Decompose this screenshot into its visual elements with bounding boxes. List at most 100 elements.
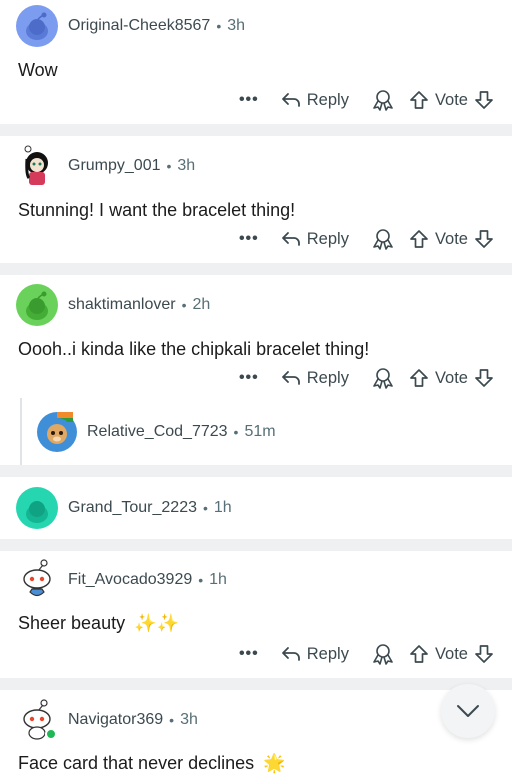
award-icon — [373, 644, 393, 665]
snoo-avatar-icon — [26, 501, 48, 523]
award-icon — [373, 90, 393, 111]
timestamp: 2h — [192, 296, 211, 313]
username[interactable]: Grand_Tour_2223 — [68, 499, 197, 517]
timestamp: 3h — [180, 711, 198, 728]
timestamp: 1h — [213, 499, 232, 516]
comment-text: Oooh..i kinda like the chipkali bracelet… — [18, 339, 370, 359]
sparkles-emoji: ✨✨ — [134, 613, 179, 633]
meta-separator: • — [202, 500, 208, 516]
comment-actions: ••• Reply Vote — [239, 640, 494, 668]
snoo-avatar-icon — [23, 559, 51, 597]
vote-label: Vote — [434, 644, 468, 663]
star-emoji: 🌟 — [263, 753, 286, 773]
snoo-avatar-icon — [26, 12, 48, 40]
reply-label: Reply — [306, 644, 349, 663]
vote-control: Vote — [409, 368, 494, 388]
snoo-avatar-icon — [26, 291, 48, 320]
reply-arrow-icon — [281, 232, 300, 246]
avatar[interactable] — [16, 559, 58, 601]
downvote-icon[interactable] — [474, 90, 494, 110]
comment-actions: ••• Reply Vote — [239, 364, 494, 392]
comment-4: Grand_Tour_2223 • 1h — [0, 477, 512, 539]
comment-separator — [0, 263, 512, 275]
comment-separator — [0, 678, 512, 690]
upvote-icon[interactable] — [409, 368, 429, 388]
reply-arrow-icon — [281, 647, 300, 661]
comment-header: Grumpy_001 • 3h — [16, 144, 195, 188]
reply-label: Reply — [306, 229, 349, 248]
username[interactable]: Fit_Avocado3929 — [68, 571, 192, 589]
more-options-button[interactable]: ••• — [239, 369, 259, 387]
username[interactable]: Original-Cheek8567 — [68, 17, 210, 35]
comment-header: Fit_Avocado3929 • 1h — [16, 558, 227, 602]
award-button[interactable] — [371, 643, 395, 665]
more-options-button[interactable]: ••• — [239, 230, 259, 248]
reply-label: Reply — [306, 90, 349, 109]
timestamp: 3h — [177, 157, 196, 174]
reply-arrow-icon — [281, 371, 300, 385]
timestamp: 3h — [227, 17, 246, 34]
comment-separator — [0, 124, 512, 136]
meta-separator: • — [181, 297, 187, 313]
upvote-icon[interactable] — [409, 644, 429, 664]
comment-separator — [0, 465, 512, 477]
comment-text: Wow — [18, 60, 58, 80]
custom-avatar-icon — [24, 145, 48, 185]
vote-label: Vote — [434, 368, 468, 387]
comment-separator — [0, 539, 512, 551]
comment-text: Face card that never declines 🌟 — [18, 753, 286, 774]
vote-control: Vote — [409, 90, 494, 110]
reply-button[interactable]: Reply — [281, 645, 349, 664]
reply-button[interactable]: Reply — [281, 369, 349, 388]
downvote-icon[interactable] — [474, 368, 494, 388]
award-button[interactable] — [371, 89, 395, 111]
comment-actions: ••• Reply Vote — [239, 225, 494, 253]
username[interactable]: Relative_Cod_7723 — [87, 423, 228, 441]
comment-5: Fit_Avocado3929 • 1h Sheer beauty ✨✨ •••… — [0, 551, 512, 678]
meta-separator: • — [169, 712, 175, 728]
chevron-down-icon — [457, 705, 479, 717]
reply-arrow-icon — [281, 93, 300, 107]
vote-control: Vote — [409, 229, 494, 249]
more-options-button[interactable]: ••• — [239, 645, 259, 663]
upvote-icon[interactable] — [409, 229, 429, 249]
reply-button[interactable]: Reply — [281, 230, 349, 249]
reply-label: Reply — [306, 368, 349, 387]
comment-actions: ••• Reply Vote — [239, 86, 494, 114]
vote-label: Vote — [434, 229, 468, 248]
comment-header: shaktimanlover • 2h — [16, 283, 210, 327]
vote-label: Vote — [434, 90, 468, 109]
avatar[interactable] — [16, 284, 58, 326]
downvote-icon[interactable] — [474, 229, 494, 249]
award-icon — [373, 229, 393, 250]
award-button[interactable] — [371, 228, 395, 250]
meta-separator: • — [233, 424, 239, 440]
online-status-indicator — [45, 728, 57, 740]
thread-line[interactable] — [20, 398, 22, 465]
comment-text-content: Sheer beauty — [18, 613, 126, 633]
meta-separator: • — [198, 572, 204, 588]
comment-header: Original-Cheek8567 • 3h — [16, 4, 245, 48]
meta-separator: • — [166, 158, 172, 174]
username[interactable]: Grumpy_001 — [68, 157, 161, 175]
custom-avatar-icon — [41, 412, 73, 450]
reply-button[interactable]: Reply — [281, 91, 349, 110]
comment-1: Original-Cheek8567 • 3h Wow ••• Reply Vo… — [0, 0, 512, 124]
comment-text: Sheer beauty ✨✨ — [18, 613, 179, 634]
avatar[interactable] — [16, 5, 58, 47]
comment-text: Stunning! I want the bracelet thing! — [18, 200, 296, 220]
award-icon — [373, 368, 393, 389]
reply-header: Relative_Cod_7723 • 51m — [37, 410, 276, 454]
award-button[interactable] — [371, 367, 395, 389]
downvote-icon[interactable] — [474, 644, 494, 664]
avatar[interactable] — [16, 487, 58, 529]
avatar[interactable] — [37, 412, 77, 452]
timestamp: 1h — [209, 571, 227, 588]
upvote-icon[interactable] — [409, 90, 429, 110]
avatar[interactable] — [16, 145, 58, 187]
more-options-button[interactable]: ••• — [239, 91, 259, 109]
username[interactable]: shaktimanlover — [68, 296, 176, 314]
collapse-button[interactable] — [441, 684, 495, 738]
username[interactable]: Navigator369 — [68, 711, 163, 729]
vote-control: Vote — [409, 644, 494, 664]
